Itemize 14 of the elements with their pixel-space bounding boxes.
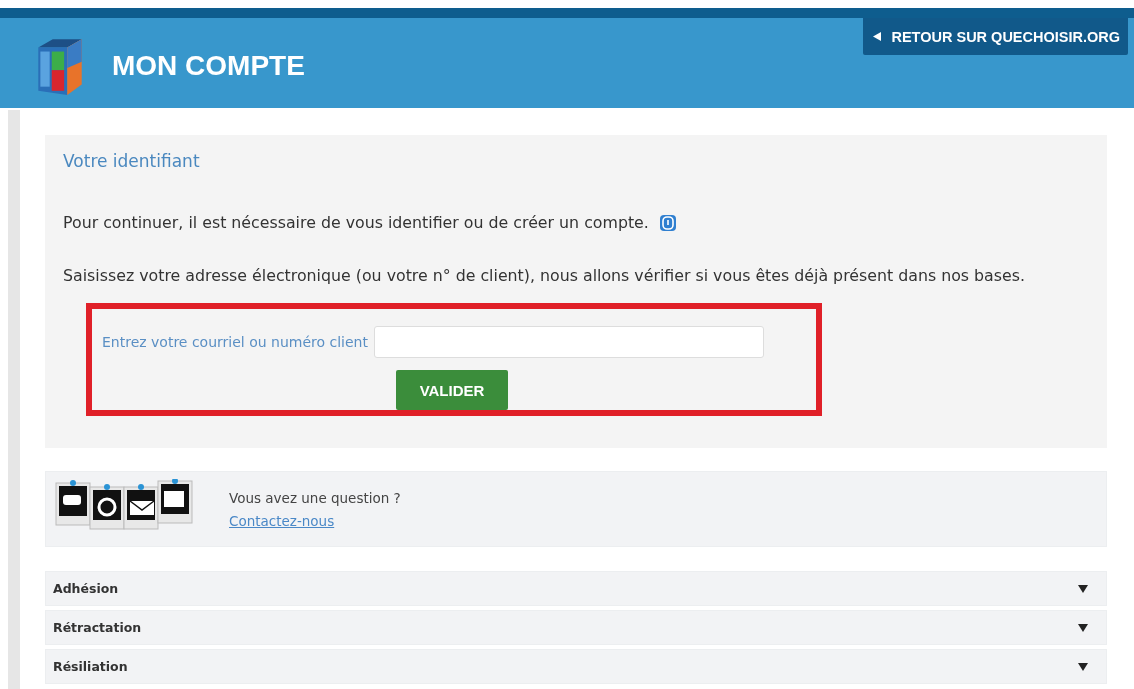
accordion-item[interactable]: Adhésion: [45, 571, 1107, 606]
email-input-field[interactable]: [373, 326, 764, 358]
triangle-icon: [873, 32, 882, 41]
submit-button[interactable]: VALIDER: [395, 370, 509, 410]
accordion-item[interactable]: Résiliation: [45, 649, 1107, 684]
accordion-item[interactable]: Rétractation: [45, 610, 1107, 645]
section-heading: Votre identifiant: [63, 151, 201, 171]
intro-text: Pour continuer, il est nécessaire de vous identifier ou de créer un compte.: [63, 213, 649, 232]
field-label: Entrez votre courriel ou numéro client: [102, 334, 368, 350]
back-link-button[interactable]: RETOUR SUR QUECHOISIR.ORG: [863, 18, 1128, 55]
instructions-text: Saisissez votre adresse électronique (ou votre n° de client), nous allons vérifier si vous êtes déjà présent dans nos bases.: [63, 266, 1026, 285]
question-text: Vous avez une question ?: [229, 489, 401, 506]
page-title: MON COMPTE: [112, 50, 305, 82]
info-icon[interactable]: [658, 213, 677, 232]
